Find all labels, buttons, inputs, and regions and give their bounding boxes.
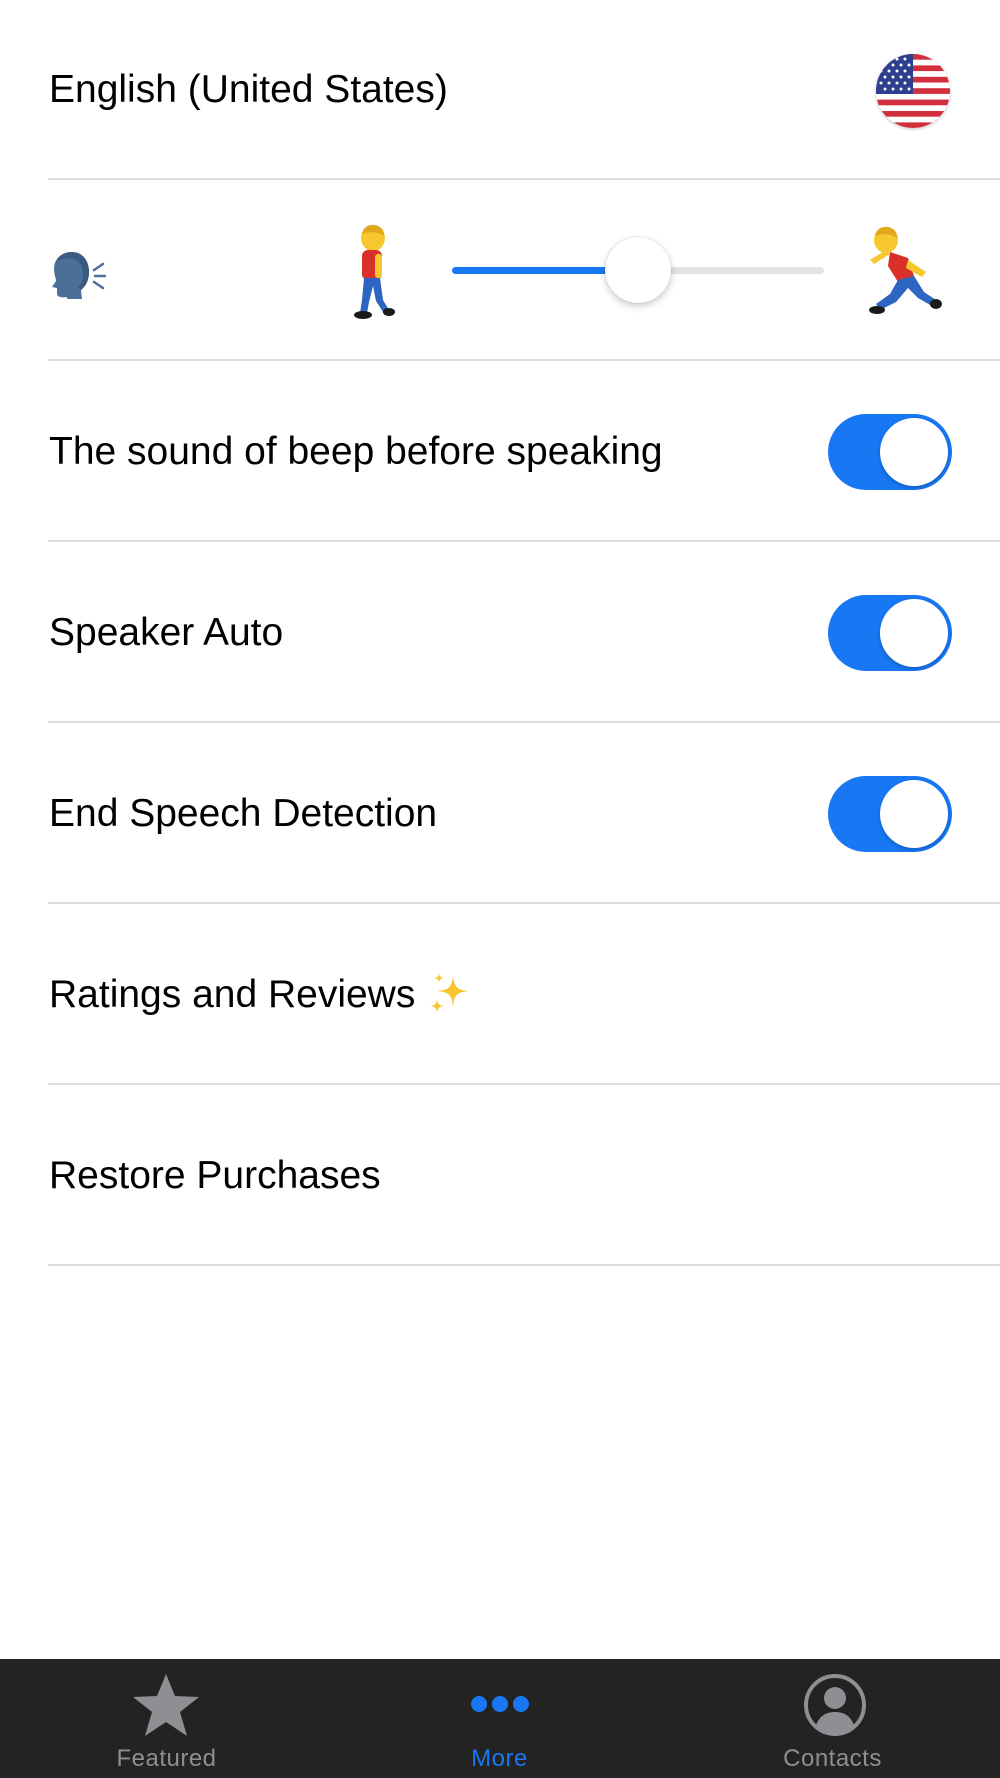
beep-row: The sound of beep before speaking	[0, 362, 1000, 542]
speaker-auto-label: Speaker Auto	[49, 611, 284, 654]
tab-bar: Featured More Contacts	[0, 1659, 1000, 1778]
row-divider	[48, 1083, 1000, 1085]
row-divider	[48, 721, 1000, 723]
restore-row[interactable]: Restore Purchases	[0, 1086, 1000, 1266]
tab-label: More	[471, 1745, 528, 1772]
speaker-auto-row: Speaker Auto	[0, 543, 1000, 723]
beep-toggle[interactable]	[828, 414, 952, 490]
language-label: English (United States)	[49, 68, 448, 111]
ratings-row[interactable]: Ratings and Reviews	[0, 905, 1000, 1085]
tab-featured[interactable]: Featured	[0, 1659, 333, 1778]
settings-screen: English (United States) The sound of bee…	[0, 0, 1000, 1778]
toggle-knob	[880, 418, 948, 486]
language-row[interactable]: English (United States)	[0, 0, 1000, 180]
row-divider	[48, 540, 1000, 542]
star-icon	[133, 1674, 199, 1736]
end-speech-row: End Speech Detection	[0, 724, 1000, 904]
running-person-icon	[869, 226, 942, 314]
row-divider	[48, 1264, 1000, 1266]
speaking-head-icon	[52, 252, 106, 299]
end-speech-toggle[interactable]	[828, 776, 952, 852]
row-divider	[48, 359, 1000, 361]
toggle-knob	[880, 599, 948, 667]
beep-label: The sound of beep before speaking	[49, 430, 663, 473]
person-circle-icon	[804, 1674, 866, 1736]
end-speech-label: End Speech Detection	[49, 792, 438, 835]
sparkles-icon	[430, 972, 470, 1013]
row-divider	[48, 902, 1000, 904]
speech-rate-slider[interactable]	[452, 237, 824, 303]
us-flag-icon	[876, 54, 950, 128]
toggle-knob	[880, 780, 948, 848]
slider-thumb[interactable]	[605, 237, 671, 303]
more-dots-icon	[471, 1696, 529, 1712]
tab-more[interactable]: More	[333, 1659, 666, 1778]
tab-label: Contacts	[783, 1745, 882, 1772]
tab-contacts[interactable]: Contacts	[666, 1659, 999, 1778]
walking-person-icon	[354, 224, 395, 319]
restore-label: Restore Purchases	[49, 1154, 381, 1197]
ratings-label: Ratings and Reviews	[49, 973, 416, 1016]
ratings-label-wrap: Ratings and Reviews	[49, 905, 475, 1085]
speaker-auto-toggle[interactable]	[828, 595, 952, 671]
tab-label: Featured	[116, 1745, 217, 1772]
row-divider	[48, 178, 1000, 180]
